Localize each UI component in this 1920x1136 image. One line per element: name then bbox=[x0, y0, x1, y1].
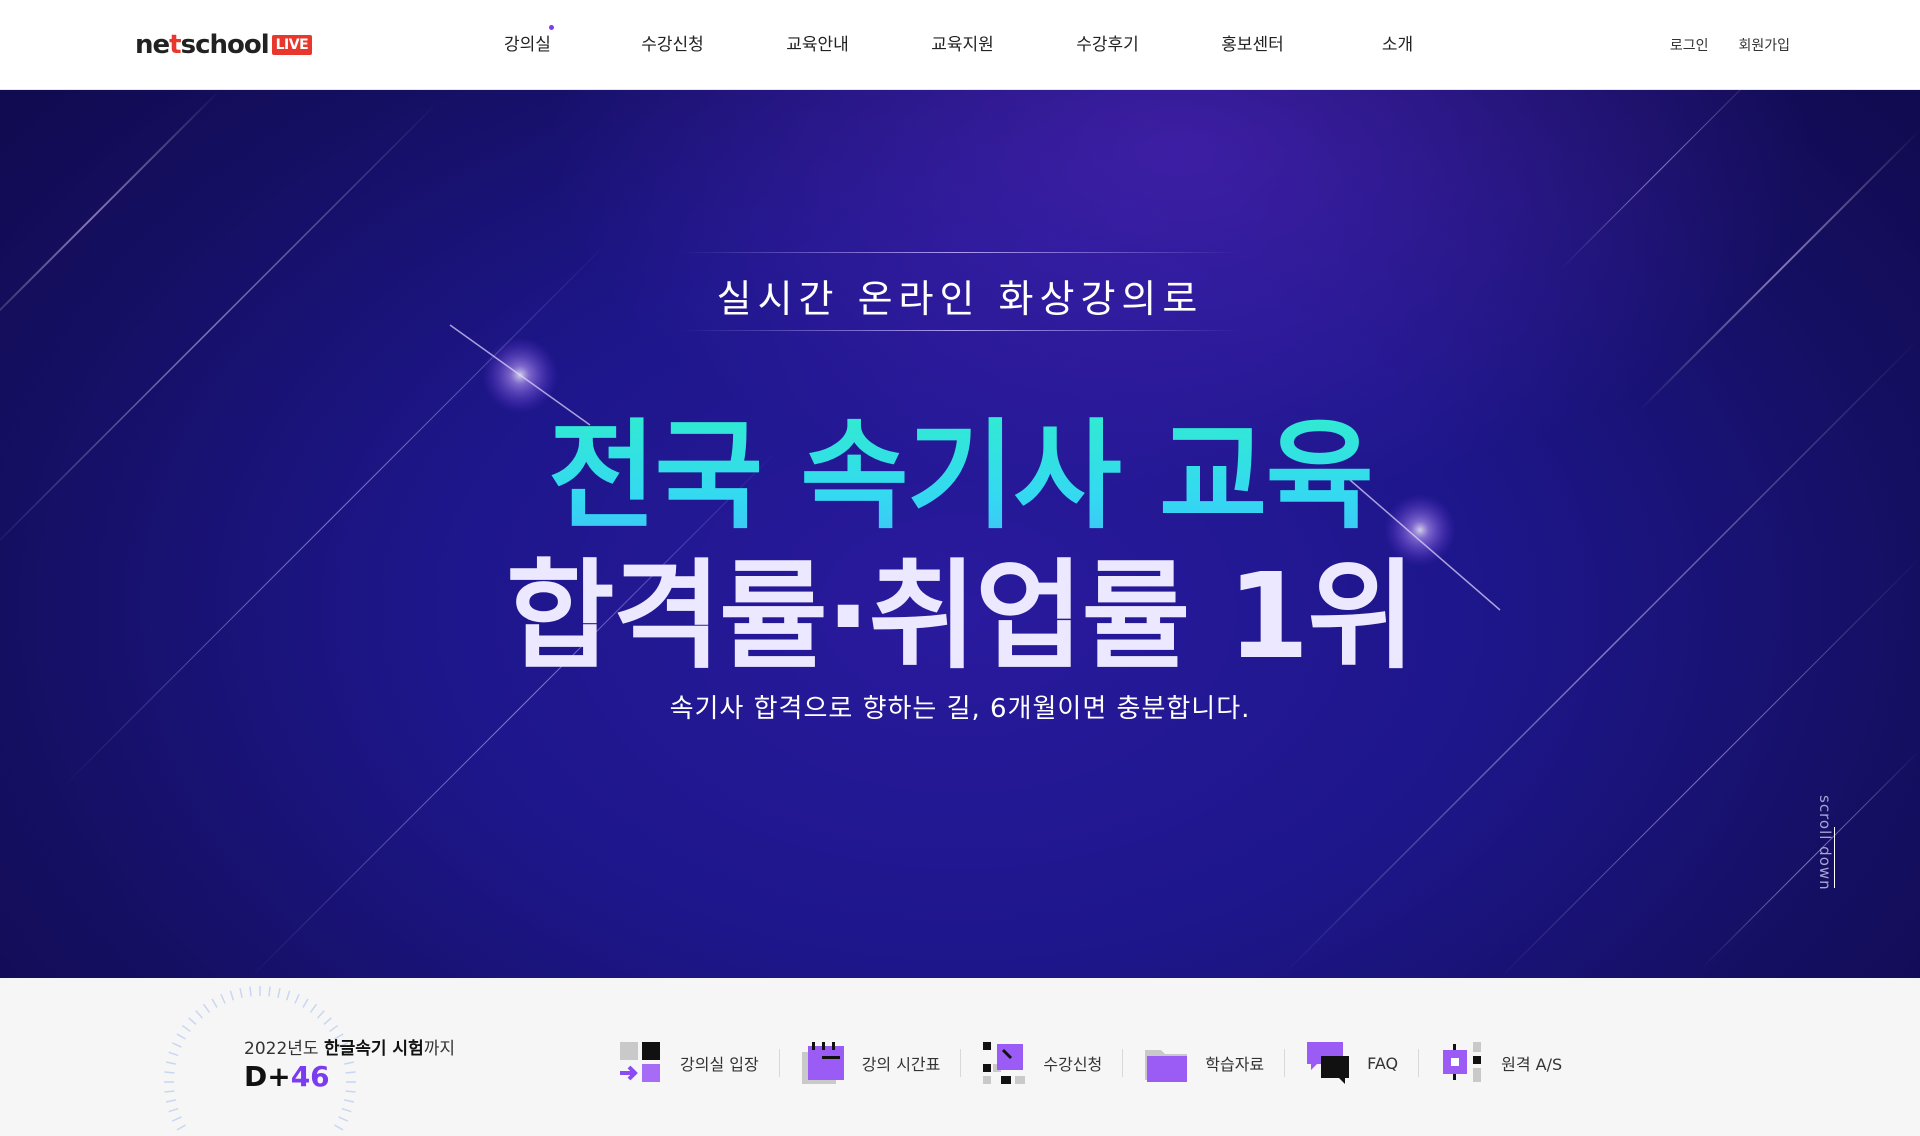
nav-item-education-support[interactable]: 교육지원 bbox=[890, 30, 1035, 55]
logo-live-badge: LIVE bbox=[271, 35, 313, 55]
scroll-down-line bbox=[1834, 827, 1835, 888]
nav-label: 수강신청 bbox=[641, 35, 704, 55]
dial-tick bbox=[268, 986, 271, 997]
quick-label: 강의실 입장 bbox=[680, 1055, 759, 1074]
dial-tick bbox=[249, 986, 252, 997]
dial-tick bbox=[343, 1061, 355, 1065]
quick-label: FAQ bbox=[1367, 1053, 1399, 1073]
timetable-icon bbox=[801, 1042, 844, 1084]
dial-tick bbox=[165, 1061, 177, 1065]
dial-tick bbox=[343, 1099, 355, 1103]
dial-tick bbox=[164, 1090, 175, 1093]
quick-classroom-enter[interactable]: 강의실 입장 bbox=[598, 1038, 779, 1088]
dial-tick bbox=[309, 1003, 318, 1013]
hero-subtitle-top-rule bbox=[680, 252, 1240, 253]
dial-tick bbox=[168, 1051, 179, 1057]
dial-tick bbox=[176, 1033, 186, 1040]
dial-tick bbox=[176, 1124, 186, 1131]
hero-subtitle: 실시간 온라인 화상강의로 bbox=[716, 277, 1204, 321]
nav-label: 강의실 bbox=[504, 35, 551, 55]
dial-tick bbox=[277, 987, 281, 999]
netschool-live-logo[interactable]: netschool LIVE bbox=[135, 28, 313, 62]
logo-wordmark: netschool bbox=[135, 30, 270, 60]
dial-tick bbox=[202, 1003, 211, 1013]
nav-item-enroll[interactable]: 수강신청 bbox=[600, 30, 745, 55]
dial-tick bbox=[316, 1010, 325, 1019]
quick-label: 원격 A/S bbox=[1501, 1055, 1563, 1074]
signup-link[interactable]: 회원가입 bbox=[1738, 35, 1790, 55]
quick-study-materials[interactable]: 학습자료 bbox=[1123, 1038, 1284, 1088]
nav-label: 교육안내 bbox=[786, 35, 849, 55]
dial-tick bbox=[329, 1024, 339, 1033]
util-links: 로그인 회원가입 bbox=[1670, 35, 1790, 55]
nav-label: 교육지원 bbox=[931, 35, 994, 55]
dial-tick bbox=[323, 1017, 332, 1026]
dday-counter: D+46 bbox=[244, 1060, 330, 1093]
nav-label: 소개 bbox=[1381, 35, 1414, 55]
hero-subtitle-bottom-rule bbox=[680, 330, 1240, 331]
classroom-enter-icon bbox=[620, 1042, 660, 1082]
dial-tick bbox=[341, 1107, 352, 1113]
quick-bar: 2022년도 한글속기 시험까지 D+46 강의실 입장 강의 시간표 수강신청… bbox=[0, 978, 1920, 1136]
chat-icon bbox=[1307, 1042, 1350, 1084]
hero-banner: 실시간 온라인 화상강의로 전국 속기사 교육 합격률·취업률 1위 속기사 합… bbox=[0, 90, 1920, 978]
dial-tick bbox=[239, 987, 243, 999]
hero-description: 속기사 합격으로 향하는 길, 6개월이면 충분합니다. bbox=[669, 694, 1251, 724]
dday-caption: 2022년도 한글속기 시험까지 bbox=[244, 1039, 455, 1059]
quick-menu: 강의실 입장 강의 시간표 수강신청 학습자료 FAQ 원격 A/S bbox=[598, 1038, 1582, 1088]
nav-label: 수강후기 bbox=[1076, 35, 1139, 55]
quick-label: 학습자료 bbox=[1205, 1055, 1265, 1074]
nav-item-pr-center[interactable]: 홍보센터 bbox=[1180, 30, 1325, 55]
dial-tick bbox=[211, 998, 218, 1008]
dial-tick bbox=[302, 998, 309, 1008]
dial-tick bbox=[334, 1124, 344, 1131]
dial-tick bbox=[229, 990, 235, 1001]
dial-tick bbox=[188, 1017, 197, 1026]
dial-tick bbox=[294, 993, 300, 1004]
enroll-icon bbox=[983, 1042, 1026, 1084]
dial-tick bbox=[345, 1071, 356, 1074]
main-nav: 강의실 수강신청 교육안내 교육지원 수강후기 홍보센터 소개 bbox=[455, 25, 1470, 55]
dial-tick bbox=[285, 990, 291, 1001]
nav-item-classroom[interactable]: 강의실 bbox=[455, 25, 600, 55]
remote-support-icon bbox=[1443, 1042, 1482, 1082]
quick-enroll[interactable]: 수강신청 bbox=[961, 1038, 1122, 1088]
dial-tick bbox=[181, 1024, 191, 1033]
dial-tick bbox=[171, 1042, 182, 1048]
active-dot-icon bbox=[549, 25, 554, 30]
login-link[interactable]: 로그인 bbox=[1670, 35, 1709, 55]
quick-remote-support[interactable]: 원격 A/S bbox=[1419, 1038, 1582, 1088]
site-header: netschool LIVE 강의실 수강신청 교육안내 교육지원 수강후기 홍… bbox=[0, 0, 1920, 90]
dial-tick bbox=[338, 1116, 349, 1122]
dial-tick bbox=[171, 1116, 182, 1122]
dial-tick bbox=[345, 1090, 356, 1093]
quick-label: 수강신청 bbox=[1043, 1055, 1103, 1074]
dial-tick bbox=[195, 1010, 204, 1019]
quick-faq[interactable]: FAQ bbox=[1285, 1038, 1418, 1088]
quick-label: 강의 시간표 bbox=[861, 1055, 941, 1074]
folder-icon bbox=[1145, 1050, 1188, 1082]
nav-label: 홍보센터 bbox=[1221, 35, 1284, 55]
dial-tick bbox=[168, 1107, 179, 1113]
nav-item-about[interactable]: 소개 bbox=[1325, 30, 1470, 55]
hero-title-line-2: 합격률·취업률 1위 bbox=[506, 547, 1416, 685]
scroll-down-label: scroll down bbox=[1816, 795, 1834, 891]
nav-item-education-info[interactable]: 교육안내 bbox=[745, 30, 890, 55]
dial-tick bbox=[164, 1071, 175, 1074]
nav-item-reviews[interactable]: 수강후기 bbox=[1035, 30, 1180, 55]
dial-tick bbox=[220, 993, 226, 1004]
dial-tick bbox=[165, 1099, 177, 1103]
quick-timetable[interactable]: 강의 시간표 bbox=[780, 1038, 961, 1088]
